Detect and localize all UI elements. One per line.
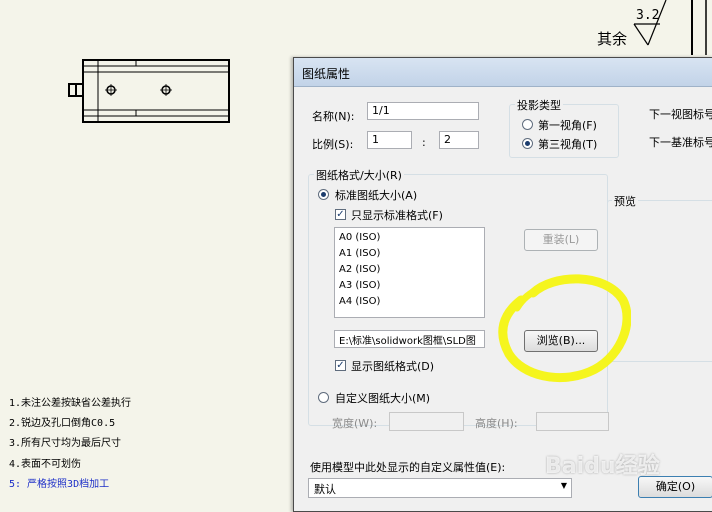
custom-property-select[interactable]: 默认 ▼ xyxy=(308,478,572,498)
watermark: Baidu经验 xyxy=(545,454,660,479)
width-label: 宽度(W): xyxy=(332,417,378,430)
third-angle-radio[interactable] xyxy=(522,138,533,149)
dialog-title: 图纸属性 xyxy=(302,67,351,81)
paper-size-list[interactable]: A0 (ISO) A1 (ISO) A2 (ISO) A3 (ISO) A4 (… xyxy=(334,227,485,318)
reload-button[interactable]: 重装(L) xyxy=(524,229,598,251)
list-item[interactable]: A1 (ISO) xyxy=(339,248,380,259)
first-angle-label[interactable]: 第一视角(F) xyxy=(538,117,597,133)
only-standard-checkbox[interactable]: ✓ xyxy=(335,209,346,220)
show-format-checkbox[interactable]: ✓ xyxy=(335,360,346,371)
projection-label: 投影类型 xyxy=(515,97,563,113)
format-path-field[interactable]: E:\标准\solidwork图框\SLD图 xyxy=(334,330,485,348)
custom-property-label: 使用模型中此处显示的自定义属性值(E): xyxy=(310,461,506,474)
show-format-label[interactable]: 显示图纸格式(D) xyxy=(351,358,434,374)
note-line: 3.所有尺寸均为最后尺寸 xyxy=(9,438,122,449)
sheet-format-label: 图纸格式/大小(R) xyxy=(314,167,404,183)
height-field[interactable] xyxy=(536,412,609,431)
scale-separator: : xyxy=(422,136,426,149)
name-label: 名称(N): xyxy=(312,110,355,123)
first-angle-radio[interactable] xyxy=(522,119,533,130)
highlight-circle xyxy=(498,274,631,383)
standard-size-label[interactable]: 标准图纸大小(A) xyxy=(335,187,417,203)
custom-size-radio[interactable] xyxy=(318,392,329,403)
note-line: 1.未注公差按缺省公差执行 xyxy=(9,398,132,409)
scale-label: 比例(S): xyxy=(312,138,354,151)
custom-size-label[interactable]: 自定义图纸大小(M) xyxy=(335,390,430,406)
next-view-label: 下一视图标号 xyxy=(649,108,712,121)
scale-denominator-field[interactable]: 2 xyxy=(439,131,479,149)
standard-size-radio[interactable] xyxy=(318,189,329,200)
list-item[interactable]: A4 (ISO) xyxy=(339,296,380,307)
roughness-prefix: 其余 xyxy=(597,30,628,48)
only-standard-label[interactable]: 只显示标准格式(F) xyxy=(351,207,443,223)
dialog-titlebar[interactable]: 图纸属性 xyxy=(294,58,712,87)
note-line: 2.锐边及孔口倒角C0.5 xyxy=(9,418,116,429)
roughness-symbol-icon xyxy=(633,0,707,55)
list-item[interactable]: A2 (ISO) xyxy=(339,264,380,275)
note-line: 4.表面不可划伤 xyxy=(9,459,82,470)
custom-property-value: 默认 xyxy=(314,483,336,496)
next-datum-label: 下一基准标号 xyxy=(649,136,712,149)
part-view xyxy=(68,59,230,123)
list-item[interactable]: A3 (ISO) xyxy=(339,280,380,291)
scale-numerator-field[interactable]: 1 xyxy=(367,131,412,149)
height-label: 高度(H): xyxy=(475,417,518,430)
third-angle-label[interactable]: 第三视角(T) xyxy=(538,136,597,152)
chevron-down-icon: ▼ xyxy=(560,481,567,490)
preview-label: 预览 xyxy=(612,193,638,209)
name-field[interactable]: 1/1 xyxy=(367,102,479,120)
width-field[interactable] xyxy=(389,412,464,431)
list-item[interactable]: A0 (ISO) xyxy=(339,232,380,243)
note-line: 5: 严格按照3D档加工 xyxy=(9,479,110,490)
